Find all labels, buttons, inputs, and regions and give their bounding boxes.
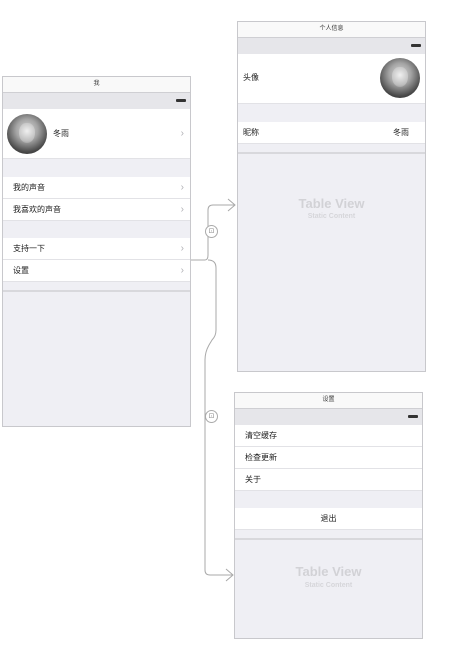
section-gap [238,104,425,122]
list-item-label: 设置 [13,266,29,275]
nickname-label: 昵称 [243,128,259,137]
list-item-support[interactable]: 支持一下 › [3,238,190,260]
table-placeholder: Table View Static Content [238,154,425,354]
list-item-my-voices[interactable]: 我的声音 › [3,177,190,199]
placeholder-title: Table View [295,564,362,579]
chevron-right-icon: › [180,204,184,215]
chevron-right-icon: › [180,265,184,276]
nav-title: 个人信息 [238,22,425,38]
battery-icon [408,415,418,418]
segue-icon[interactable]: ⊡ [205,225,218,238]
list-item-label: 支持一下 [13,244,45,253]
section-gap [3,221,190,238]
status-bar [238,38,425,54]
list-item-liked-voices[interactable]: 我喜欢的声音 › [3,199,190,221]
nav-title: 设置 [235,393,422,409]
list-item-label: 关于 [245,475,261,484]
battery-icon [176,99,186,102]
nickname-cell[interactable]: 昵称 冬雨 [238,122,425,144]
profile-screen: 个人信息 头像 昵称 冬雨 Table View Static Content [237,21,426,372]
nav-title: 我 [3,77,190,93]
list-item-clear-cache[interactable]: 清空缓存 [235,425,422,447]
avatar-label: 头像 [243,73,259,82]
nickname-value: 冬雨 [393,128,409,137]
chevron-right-icon: › [180,128,184,139]
me-screen: 我 冬雨 › 我的声音 › 我喜欢的声音 › 支持一下 › 设置 › [2,76,191,427]
logout-label: 退出 [320,514,337,523]
placeholder-subtitle: Static Content [304,582,353,589]
list-item-label: 清空缓存 [245,431,277,440]
section-gap [235,491,422,508]
placeholder-subtitle: Static Content [307,213,356,220]
avatar [380,58,420,98]
placeholder-title: Table View [298,196,365,211]
section-footer-divider [3,290,190,292]
battery-icon [411,44,421,47]
status-bar [3,93,190,109]
chevron-right-icon: › [180,182,184,193]
segue-icon[interactable]: ⊡ [205,410,218,423]
list-item-check-update[interactable]: 检查更新 [235,447,422,469]
logout-button[interactable]: 退出 [235,508,422,530]
status-bar [235,409,422,425]
list-item-settings[interactable]: 设置 › [3,260,190,282]
chevron-right-icon: › [180,243,184,254]
list-item-label: 我喜欢的声音 [13,205,61,214]
list-item-label: 我的声音 [13,183,45,192]
table-placeholder: Table View Static Content [235,540,422,638]
list-item-label: 检查更新 [245,453,277,462]
profile-name: 冬雨 [53,129,69,138]
profile-cell[interactable]: 冬雨 › [3,109,190,159]
settings-screen: 设置 清空缓存 检查更新 关于 退出 Table View Static Con… [234,392,423,639]
avatar-cell[interactable]: 头像 [238,54,425,104]
list-item-about[interactable]: 关于 [235,469,422,491]
section-gap [3,159,190,177]
avatar [7,114,47,154]
